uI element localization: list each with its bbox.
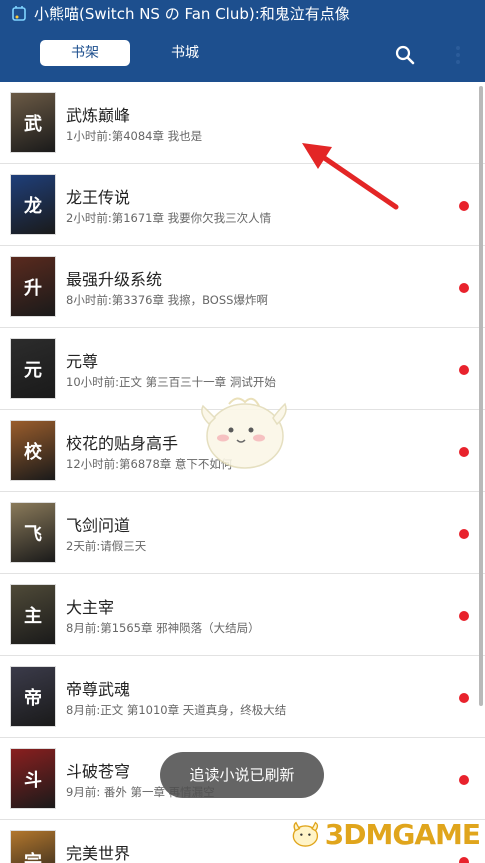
notification-app-icon xyxy=(10,4,28,22)
tab-bookshelf[interactable]: 书架 xyxy=(40,40,130,66)
book-cover-glyph: 帝 xyxy=(24,687,42,709)
search-icon[interactable] xyxy=(392,42,418,68)
book-latest-chapter: 1小时前:第4084章 我也是 xyxy=(66,129,203,143)
book-title: 龙王传说 xyxy=(66,188,131,207)
book-cover-glyph: 斗 xyxy=(24,769,42,791)
scrollbar[interactable] xyxy=(479,86,483,706)
book-title: 校花的贴身高手 xyxy=(66,434,179,453)
book-latest-chapter: 2天前:请假三天 xyxy=(66,539,147,553)
book-cover-image: 元 xyxy=(10,338,56,399)
book-latest-chapter: 8小时前:第3376章 我擦，BOSS爆炸啊 xyxy=(66,293,268,307)
app-header: 小熊喵(Switch NS の Fan Club):和鬼泣有点像 书架 书城 xyxy=(0,0,485,82)
book-title: 最强升级系统 xyxy=(66,270,163,289)
book-cover-glyph: 武 xyxy=(24,113,42,135)
book-cover-image: 斗 xyxy=(10,748,56,809)
book-title: 元尊 xyxy=(66,352,99,371)
book-latest-chapter: 2小时前:第1671章 我要你欠我三次人情 xyxy=(66,211,272,225)
book-latest-chapter: 8月前:第1565章 邪神陨落（大结局） xyxy=(66,621,260,635)
watermark-mascot-icon xyxy=(292,821,319,847)
book-cover-image: 武 xyxy=(10,92,56,153)
unread-indicator-dot xyxy=(459,447,469,457)
book-title: 完美世界 xyxy=(66,844,131,863)
notification-bar: 小熊喵(Switch NS の Fan Club):和鬼泣有点像 xyxy=(0,0,485,26)
book-title: 帝尊武魂 xyxy=(66,680,131,699)
more-vert-icon[interactable] xyxy=(448,42,468,68)
book-cover-image: 完 xyxy=(10,830,56,863)
book-cover-image: 飞 xyxy=(10,502,56,563)
tab-bookstore[interactable]: 书城 xyxy=(140,40,230,66)
book-cover-glyph: 龙 xyxy=(24,195,42,217)
unread-indicator-dot xyxy=(459,529,469,539)
book-list-item[interactable]: 武 武炼巅峰 1小时前:第4084章 我也是 xyxy=(0,82,485,164)
unread-indicator-dot xyxy=(459,775,469,785)
book-title: 武炼巅峰 xyxy=(66,106,131,125)
book-title: 大主宰 xyxy=(66,598,115,617)
book-cover-glyph: 飞 xyxy=(24,523,42,545)
book-cover-glyph: 主 xyxy=(24,605,42,627)
book-list-item[interactable]: 龙 龙王传说 2小时前:第1671章 我要你欠我三次人情 xyxy=(0,164,485,246)
book-cover-image: 帝 xyxy=(10,666,56,727)
site-watermark: 3DMGAME xyxy=(290,805,481,863)
book-cover-image: 升 xyxy=(10,256,56,317)
book-list-item[interactable]: 飞 飞剑问道 2天前:请假三天 xyxy=(0,492,485,574)
book-list-item[interactable]: 主 大主宰 8月前:第1565章 邪神陨落（大结局） xyxy=(0,574,485,656)
book-cover-image: 龙 xyxy=(10,174,56,235)
notification-text: 小熊喵(Switch NS の Fan Club):和鬼泣有点像 xyxy=(34,4,350,23)
unread-indicator-dot xyxy=(459,283,469,293)
unread-indicator-dot xyxy=(459,201,469,211)
red-arrow-annotation xyxy=(302,143,399,210)
unread-indicator-dot xyxy=(459,365,469,375)
unread-indicator-dot xyxy=(459,693,469,703)
book-list-item[interactable]: 升 最强升级系统 8小时前:第3376章 我擦，BOSS爆炸啊 xyxy=(0,246,485,328)
book-cover-image: 校 xyxy=(10,420,56,481)
book-latest-chapter: 8月前:正文 第1010章 天道真身，终极大结 xyxy=(66,703,287,717)
book-cover-glyph: 元 xyxy=(24,359,42,381)
book-title: 飞剑问道 xyxy=(66,516,131,535)
book-list-item[interactable]: 帝 帝尊武魂 8月前:正文 第1010章 天道真身，终极大结 xyxy=(0,656,485,738)
book-cover-glyph: 校 xyxy=(24,441,42,463)
mascot-watermark xyxy=(201,397,287,469)
book-title: 斗破苍穹 xyxy=(66,762,131,781)
book-cover-glyph: 升 xyxy=(24,277,42,299)
unread-indicator-dot xyxy=(459,611,469,621)
book-cover-image: 主 xyxy=(10,584,56,645)
refresh-toast: 追读小说已刷新 xyxy=(160,752,324,798)
book-cover-glyph: 完 xyxy=(24,851,42,863)
watermark-text: 3DMGAME xyxy=(324,817,481,851)
